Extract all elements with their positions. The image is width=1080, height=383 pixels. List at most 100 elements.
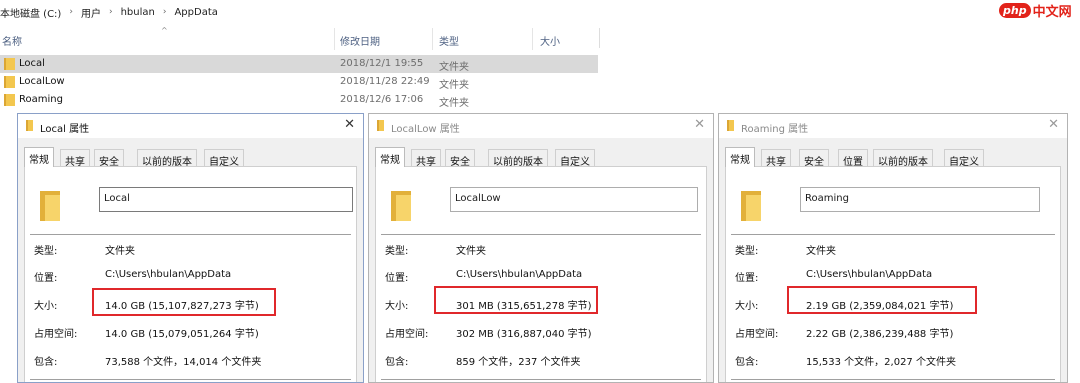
column-divider[interactable] [334, 28, 335, 50]
general-panel: Roaming 类型: 文件夹 位置: C:\Users\hbulan\AppD… [725, 166, 1061, 382]
tab-general[interactable]: 常规 [725, 147, 755, 167]
properties-dialog-locallow: LocalLow 属性 ✕ 常规 共享 安全 以前的版本 自定义 LocalLo… [368, 113, 714, 383]
divider [30, 234, 351, 235]
column-modified[interactable]: 修改日期 [340, 33, 380, 48]
type-value: 文件夹 [105, 246, 135, 257]
folder-icon [4, 94, 15, 106]
dialog-title: LocalLow 属性 [391, 124, 460, 135]
properties-dialog-roaming: Roaming 属性 ✕ 常规 共享 安全 位置 以前的版本 自定义 Roami… [718, 113, 1068, 383]
divider [381, 379, 701, 380]
breadcrumb-appdata[interactable]: AppData [174, 7, 217, 18]
tab-sharing[interactable]: 共享 [60, 149, 90, 168]
dialog-titlebar[interactable]: LocalLow 属性 ✕ [369, 114, 713, 138]
divider [381, 234, 701, 235]
tab-sharing[interactable]: 共享 [761, 149, 791, 168]
close-icon[interactable]: ✕ [694, 117, 705, 132]
folder-name-field[interactable]: LocalLow [450, 187, 698, 212]
type-label: 类型: [735, 246, 759, 257]
size-on-disk-value: 2.22 GB (2,386,239,488 字节) [806, 329, 954, 340]
dialog-titlebar[interactable]: Local 属性 ✕ [18, 114, 363, 138]
location-label: 位置: [735, 273, 759, 284]
type-value: 文件夹 [806, 246, 836, 257]
location-value: C:\Users\hbulan\AppData [105, 269, 232, 280]
column-divider[interactable] [432, 28, 433, 50]
column-divider[interactable] [532, 28, 533, 50]
breadcrumb-drive[interactable]: 本地磁盘 (C:) [0, 5, 61, 20]
size-label: 大小: [34, 301, 58, 312]
file-row-local[interactable]: Local 2018/12/1 19:55 文件夹 [0, 55, 598, 73]
type-value: 文件夹 [456, 246, 486, 257]
column-size[interactable]: 大小 [540, 33, 560, 48]
breadcrumb-separator-icon: › [162, 7, 167, 17]
contains-value: 859 个文件，237 个文件夹 [456, 357, 581, 368]
contains-value: 73,588 个文件，14,014 个文件夹 [105, 357, 262, 368]
file-list-header: 名称 ^ 修改日期 类型 大小 [0, 26, 600, 48]
tab-previous-versions[interactable]: 以前的版本 [873, 149, 933, 168]
size-on-disk-value: 302 MB (316,887,040 字节) [456, 329, 592, 340]
size-on-disk-value: 14.0 GB (15,079,051,264 字节) [105, 329, 259, 340]
file-name: LocalLow [19, 76, 65, 87]
sort-ascending-icon: ^ [161, 26, 168, 35]
tab-customize[interactable]: 自定义 [204, 149, 244, 168]
tab-security[interactable]: 安全 [799, 149, 829, 168]
location-label: 位置: [34, 273, 58, 284]
file-row-locallow[interactable]: LocalLow 2018/11/28 22:49 文件夹 [0, 73, 598, 91]
file-name: Roaming [19, 94, 63, 105]
tab-customize[interactable]: 自定义 [944, 149, 984, 168]
file-row-roaming[interactable]: Roaming 2018/12/6 17:06 文件夹 [0, 91, 598, 109]
location-value: C:\Users\hbulan\AppData [806, 269, 933, 280]
tab-previous-versions[interactable]: 以前的版本 [488, 149, 548, 168]
large-folder-icon [741, 191, 761, 221]
properties-dialog-local: Local 属性 ✕ 常规 共享 安全 以前的版本 自定义 Local 类型: … [17, 113, 364, 383]
watermark-text: 中文网 [1032, 5, 1072, 20]
folder-icon [727, 120, 734, 131]
file-date: 2018/12/6 17:06 [340, 94, 424, 105]
folder-name-field[interactable]: Local [99, 187, 353, 212]
column-name[interactable]: 名称 [2, 33, 22, 48]
breadcrumb-user[interactable]: hbulan [121, 7, 155, 18]
folder-name-field[interactable]: Roaming [800, 187, 1040, 212]
location-label: 位置: [385, 273, 409, 284]
general-panel: LocalLow 类型: 文件夹 位置: C:\Users\hbulan\App… [375, 166, 707, 382]
tab-sharing[interactable]: 共享 [411, 149, 441, 168]
folder-icon [26, 120, 33, 131]
size-label: 大小: [385, 301, 409, 312]
tab-general[interactable]: 常规 [24, 147, 54, 167]
close-icon[interactable]: ✕ [344, 117, 355, 132]
dialog-titlebar[interactable]: Roaming 属性 ✕ [719, 114, 1067, 138]
file-type: 文件夹 [439, 62, 469, 73]
tab-customize[interactable]: 自定义 [555, 149, 595, 168]
large-folder-icon [391, 191, 411, 221]
divider [731, 379, 1055, 380]
contains-value: 15,533 个文件，2,027 个文件夹 [806, 357, 956, 368]
folder-icon [4, 58, 15, 70]
type-label: 类型: [385, 246, 409, 257]
close-icon[interactable]: ✕ [1048, 117, 1059, 132]
column-type[interactable]: 类型 [439, 33, 459, 48]
dialog-title: Local 属性 [40, 124, 90, 135]
type-label: 类型: [34, 246, 58, 257]
file-type: 文件夹 [439, 98, 469, 109]
highlight-box [434, 286, 598, 314]
file-name: Local [19, 58, 45, 69]
folder-icon [377, 120, 384, 131]
contains-label: 包含: [34, 357, 58, 368]
size-on-disk-label: 占用空间: [34, 329, 78, 340]
tab-location[interactable]: 位置 [838, 149, 868, 168]
tab-security[interactable]: 安全 [445, 149, 475, 168]
large-folder-icon [40, 191, 60, 221]
file-date: 2018/12/1 19:55 [340, 58, 424, 69]
watermark-logo: php [999, 3, 1031, 18]
folder-icon [4, 76, 15, 88]
tab-general[interactable]: 常规 [375, 147, 405, 167]
breadcrumb-users[interactable]: 用户 [81, 5, 101, 20]
tab-previous-versions[interactable]: 以前的版本 [137, 149, 197, 168]
breadcrumb-separator-icon: › [108, 7, 113, 17]
general-panel: Local 类型: 文件夹 位置: C:\Users\hbulan\AppDat… [24, 166, 357, 382]
highlight-box [92, 288, 276, 316]
contains-label: 包含: [735, 357, 759, 368]
file-type: 文件夹 [439, 80, 469, 91]
divider [731, 234, 1055, 235]
dialog-title: Roaming 属性 [741, 124, 809, 135]
tab-security[interactable]: 安全 [94, 149, 124, 168]
